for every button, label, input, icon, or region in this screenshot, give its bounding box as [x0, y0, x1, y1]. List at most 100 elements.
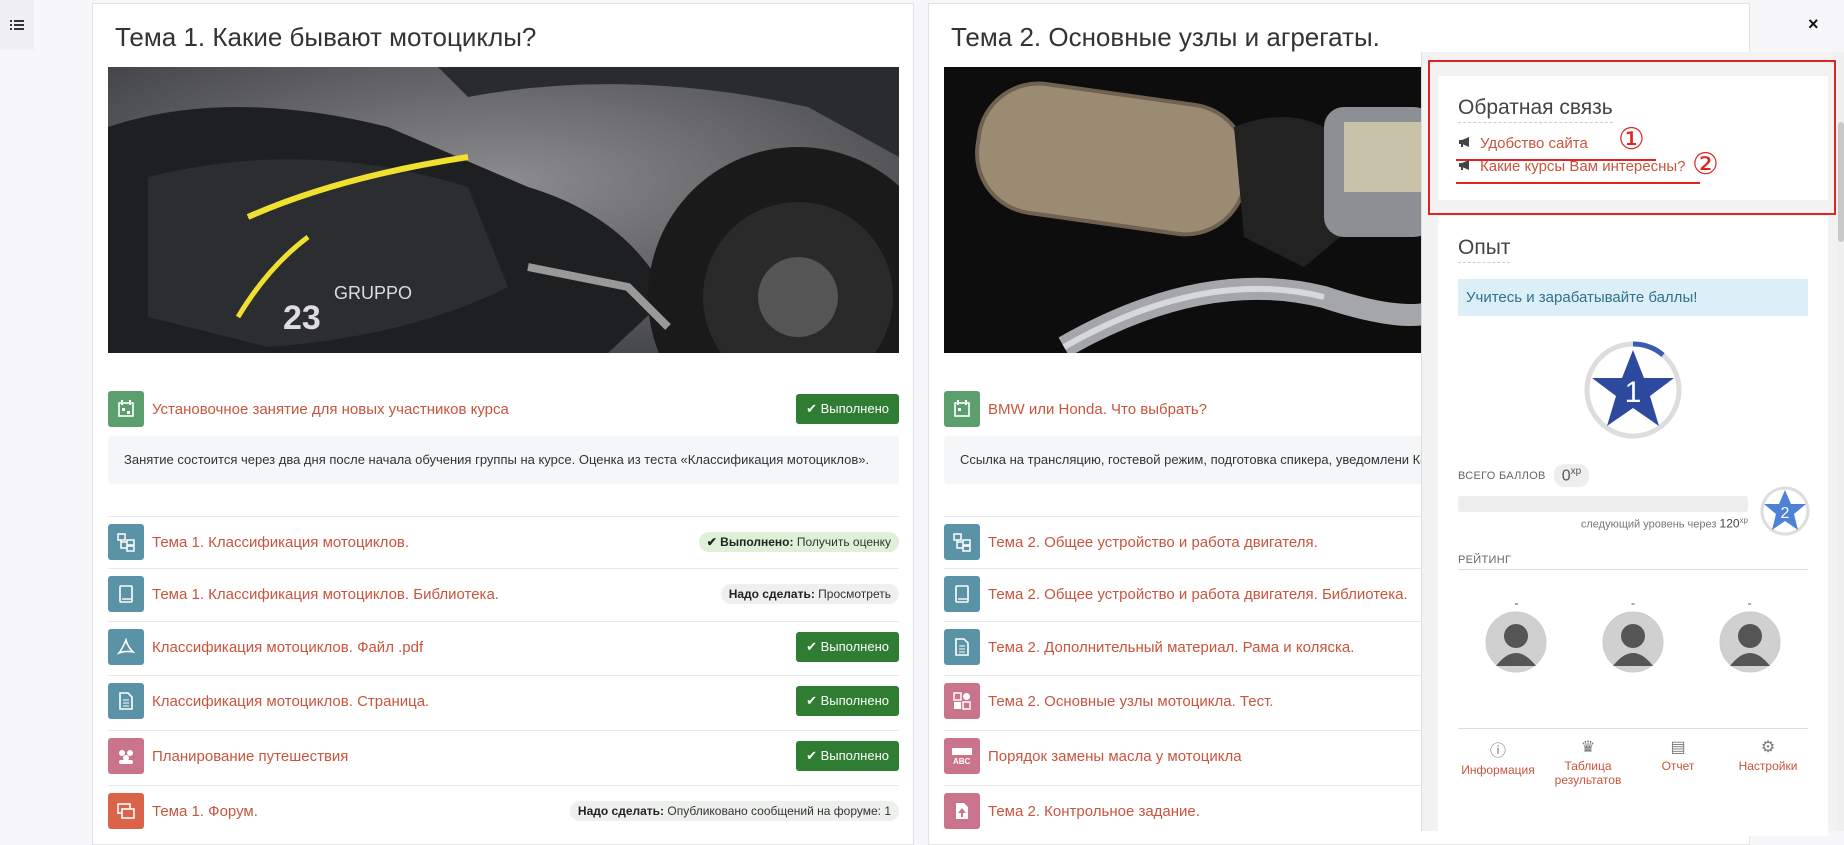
scrollbar-thumb[interactable]: [1838, 122, 1844, 242]
completion-done-button[interactable]: ✔ Выполнено: [796, 632, 899, 662]
close-drawer-button[interactable]: ×: [1808, 14, 1819, 35]
activity-link[interactable]: Тема 2. Основные узлы мотоцикла. Тест.: [988, 693, 1273, 710]
activity-link[interactable]: BMW или Honda. Что выбрать?: [988, 401, 1207, 418]
completion-detail: Просмотреть: [818, 587, 891, 601]
menu-label: Отчет: [1661, 759, 1695, 773]
activity-link[interactable]: Классификация мотоциклов. Файл .pdf: [152, 639, 423, 656]
menu-label: Информация: [1461, 763, 1535, 777]
annotation-marker-1: ①: [1618, 122, 1645, 157]
page-icon: [108, 683, 144, 719]
rating-rank: -: [1747, 596, 1752, 610]
rating-rank: -: [1630, 596, 1635, 610]
section-card-1: Тема 1. Какие бывают мотоциклы? 23 GRUPP…: [92, 3, 914, 845]
activity-link[interactable]: Тема 2. Общее устройство и работа двигат…: [988, 534, 1318, 551]
pdf-icon: [108, 629, 144, 665]
avatar-icon: [1485, 611, 1547, 673]
activity-link[interactable]: Тема 1. Классификация мотоциклов. Библио…: [152, 586, 499, 603]
drawer-toggle-button[interactable]: [0, 0, 34, 50]
completion-status-badge: Надо сделать: Просмотреть: [720, 584, 899, 604]
annotation-underline: [1456, 159, 1656, 161]
gear-icon: ⚙: [1760, 739, 1776, 756]
xp-block: Опыт Учитесь и зарабатывайте баллы! 1 ВС…: [1438, 216, 1828, 836]
points-value: 0: [1561, 467, 1571, 485]
avatar-icon: [1719, 611, 1781, 673]
completion-detail: Опубликовано сообщений на форуме: 1: [667, 804, 891, 818]
list-icon: [10, 20, 24, 30]
next-level-label: следующий уровень через: [1580, 518, 1717, 531]
level-star-icon: 1: [1584, 341, 1682, 439]
total-points-label: ВСЕГО БАЛЛОВ: [1458, 469, 1546, 482]
motorcycle-illustration: 23 GRUPPO: [108, 67, 899, 353]
next-level-badge: 2: [1760, 486, 1810, 536]
handlebar-illustration: [944, 67, 1444, 353]
menu-settings[interactable]: ⚙ Настройки: [1728, 737, 1808, 787]
menu-label: Настройки: [1738, 759, 1798, 773]
menu-report[interactable]: ▤ Отчет: [1638, 737, 1718, 787]
completion-label: Выполнено: [820, 748, 889, 763]
activity-link[interactable]: Тема 1. Форум.: [152, 803, 258, 820]
activity-row[interactable]: Тема 1. Классификация мотоциклов. ✔ Выпо…: [108, 516, 899, 567]
page-icon: [944, 629, 980, 665]
completion-done-button[interactable]: ✔ Выполнено: [796, 741, 899, 771]
activity-link[interactable]: Тема 2. Общее устройство и работа двигат…: [988, 586, 1408, 603]
section-title: Тема 1. Какие бывают мотоциклы?: [115, 22, 537, 52]
rating-rank: -: [1514, 596, 1519, 610]
next-level-text: следующий уровень через 120xp: [1458, 516, 1748, 531]
rating-entry[interactable]: -: [1593, 596, 1673, 679]
quiz-icon: [944, 683, 980, 719]
rating-entry[interactable]: -: [1476, 596, 1556, 679]
info-icon: ⓘ: [1489, 743, 1506, 760]
activity-link[interactable]: Планирование путешествия: [152, 748, 348, 765]
svg-text:ABC: ABC: [953, 757, 971, 766]
activity-row[interactable]: Планирование путешествия ✔ Выполнено: [108, 730, 899, 781]
completion-label: Выполнено: [820, 639, 889, 654]
svg-text:GRUPPO: GRUPPO: [334, 283, 412, 303]
section-title: Тема 2. Основные узлы и агрегаты.: [951, 22, 1380, 52]
svg-text:23: 23: [283, 299, 321, 337]
forum-icon: [108, 793, 144, 829]
activity-link[interactable]: Установочное занятие для новых участнико…: [152, 401, 509, 418]
activity-link[interactable]: Порядок замены масла у мотоцикла: [988, 748, 1242, 765]
xp-title: Опыт: [1458, 236, 1511, 263]
menu-leaderboard[interactable]: ♛ Таблица результатов: [1548, 737, 1628, 787]
activity-link[interactable]: Тема 2. Дополнительный материал. Рама и …: [988, 639, 1354, 656]
completion-status-badge: ✔ Выполнено: Получить оценку: [698, 532, 899, 552]
rating-list: - - -: [1458, 596, 1808, 679]
activity-row[interactable]: Классификация мотоциклов. Файл .pdf ✔ Вы…: [108, 621, 899, 672]
activity-link[interactable]: Тема 2. Контрольное задание.: [988, 803, 1200, 820]
section-image-handlebar: [944, 67, 1444, 353]
group-icon: [108, 738, 144, 774]
completion-label: Выполнено: [820, 401, 889, 416]
completion-label: Выполнено:: [720, 535, 794, 549]
activity-row[interactable]: Тема 1. Форум. Надо сделать: Опубликован…: [108, 785, 899, 836]
completion-done-button[interactable]: ✔ Выполнено: [796, 686, 899, 716]
completion-status-badge: Надо сделать: Опубликовано сообщений на …: [569, 801, 899, 821]
activity-row[interactable]: Классификация мотоциклов. Страница. ✔ Вы…: [108, 675, 899, 726]
trophy-icon: ♛: [1580, 739, 1596, 756]
scrollbar[interactable]: [1838, 52, 1844, 831]
completion-label: Надо сделать:: [728, 587, 815, 601]
activity-row[interactable]: Установочное занятие для новых участнико…: [108, 384, 899, 434]
annotation-underline: [1456, 182, 1700, 184]
activity-link[interactable]: Тема 1. Классификация мотоциклов.: [152, 534, 409, 551]
section-image-motorcycle: 23 GRUPPO: [108, 67, 899, 353]
calendar-icon: [944, 391, 980, 427]
hierarchy-icon: [108, 524, 144, 560]
completion-detail: Получить оценку: [796, 535, 891, 549]
activity-row[interactable]: Тема 1. Классификация мотоциклов. Библио…: [108, 568, 899, 619]
completion-label: Выполнено: [820, 693, 889, 708]
next-level-points: 120: [1719, 516, 1740, 531]
book-icon: [944, 576, 980, 612]
completion-label: Надо сделать:: [577, 804, 665, 818]
rating-label: РЕЙТИНГ: [1458, 554, 1808, 570]
menu-info[interactable]: ⓘ Информация: [1458, 737, 1538, 787]
activity-link[interactable]: Классификация мотоциклов. Страница.: [152, 693, 429, 710]
level-badge: 1: [1583, 340, 1683, 440]
progress-bar: [1458, 496, 1748, 512]
avatar-icon: [1602, 611, 1664, 673]
completion-done-button[interactable]: ✔ Выполнено: [796, 394, 899, 424]
book-icon: [108, 576, 144, 612]
rating-entry[interactable]: -: [1710, 596, 1790, 679]
xp-unit: xp: [1739, 516, 1748, 525]
report-icon: ▤: [1670, 739, 1686, 756]
